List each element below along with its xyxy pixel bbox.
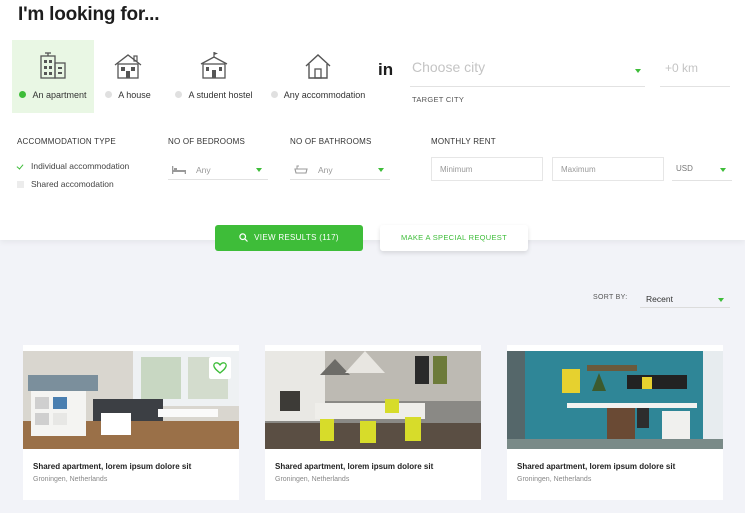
option-label: Any accommodation (283, 90, 366, 100)
search-icon (239, 233, 249, 242)
listing-photo (265, 351, 481, 449)
option-label: An apartment (32, 90, 87, 100)
apartment-building-icon (40, 52, 66, 79)
currency-select[interactable]: USD (672, 157, 732, 181)
monthly-rent-label: MONTHLY RENT (431, 137, 496, 146)
option-house[interactable]: A house (96, 40, 160, 113)
in-label: in (378, 60, 394, 79)
radius-input[interactable]: +0 km (660, 55, 730, 87)
bathrooms-value: Any (318, 165, 333, 175)
rent-minimum-input[interactable]: Minimum (431, 157, 543, 181)
option-any-accommodation[interactable]: Any accommodation (266, 40, 370, 113)
option-label: A student hostel (188, 90, 253, 100)
sort-value: Recent (646, 294, 673, 304)
heart-icon (213, 362, 227, 374)
bedrooms-select[interactable]: Any (168, 156, 268, 180)
chevron-down-icon (720, 168, 726, 172)
listing-location: Groningen, Netherlands (275, 476, 350, 483)
radio-unselected[interactable] (105, 91, 113, 98)
individual-accommodation-checkbox[interactable]: Individual accommodation (17, 161, 129, 171)
listing-location: Groningen, Netherlands (33, 476, 108, 483)
city-placeholder: Choose city (412, 59, 486, 75)
currency-value: USD (676, 164, 693, 173)
checkbox-label: Individual accommodation (31, 161, 130, 171)
favorite-button[interactable] (209, 357, 231, 379)
search-panel: I'm looking for... An apartment A house (0, 0, 745, 240)
chevron-down-icon (256, 168, 262, 172)
listing-title[interactable]: Shared apartment, lorem ipsum dolore sit (33, 462, 191, 471)
checkbox-box[interactable] (17, 181, 24, 188)
city-select[interactable]: Choose city (410, 55, 645, 87)
target-city-label: TARGET CITY (412, 95, 465, 104)
rent-maximum-placeholder: Maximum (561, 165, 596, 174)
chevron-down-icon (635, 69, 641, 73)
listing-card[interactable]: Shared apartment, lorem ipsum dolore sit… (23, 345, 239, 500)
chevron-down-icon (718, 298, 724, 302)
bedrooms-label: NO OF BEDROOMS (168, 137, 246, 146)
home-outline-icon (305, 54, 331, 79)
accommodation-type-label: ACCOMMODATION TYPE (17, 137, 116, 146)
bedrooms-value: Any (196, 165, 211, 175)
bathrooms-label: NO OF BATHROOMS (290, 137, 372, 146)
bathtub-icon (294, 165, 308, 174)
special-request-button[interactable]: MAKE A SPECIAL REQUEST (380, 225, 528, 251)
rent-minimum-placeholder: Minimum (440, 165, 473, 174)
option-apartment[interactable]: An apartment (12, 40, 94, 113)
hostel-building-icon (200, 52, 228, 79)
view-results-label: VIEW RESULTS (117) (254, 233, 339, 242)
listing-card[interactable]: Shared apartment, lorem ipsum dolore sit… (265, 345, 481, 500)
chevron-down-icon (378, 168, 384, 172)
checkmark-icon[interactable] (17, 163, 24, 170)
sort-select[interactable]: Recent (640, 289, 730, 308)
radio-unselected[interactable] (175, 91, 183, 98)
house-icon (114, 54, 142, 79)
page-title: I'm looking for... (18, 4, 160, 25)
view-results-button[interactable]: VIEW RESULTS (117) (215, 225, 363, 251)
checkbox-label: Shared accomodation (31, 179, 114, 189)
listing-photo (507, 351, 723, 449)
radio-unselected[interactable] (270, 91, 278, 98)
option-student-hostel[interactable]: A student hostel (166, 40, 262, 113)
rent-maximum-input[interactable]: Maximum (552, 157, 664, 181)
listing-location: Groningen, Netherlands (517, 476, 592, 483)
radio-selected[interactable] (19, 91, 27, 98)
bed-icon (172, 166, 186, 174)
radius-placeholder: +0 km (665, 61, 699, 75)
listing-title[interactable]: Shared apartment, lorem ipsum dolore sit (517, 462, 675, 471)
shared-accommodation-checkbox[interactable]: Shared accomodation (17, 179, 114, 189)
listing-card[interactable]: Shared apartment, lorem ipsum dolore sit… (507, 345, 723, 500)
sort-label: SORT BY: (593, 294, 628, 301)
option-label: A house (118, 90, 151, 100)
listing-photo (23, 351, 239, 449)
bathrooms-select[interactable]: Any (290, 156, 390, 180)
listing-title[interactable]: Shared apartment, lorem ipsum dolore sit (275, 462, 433, 471)
